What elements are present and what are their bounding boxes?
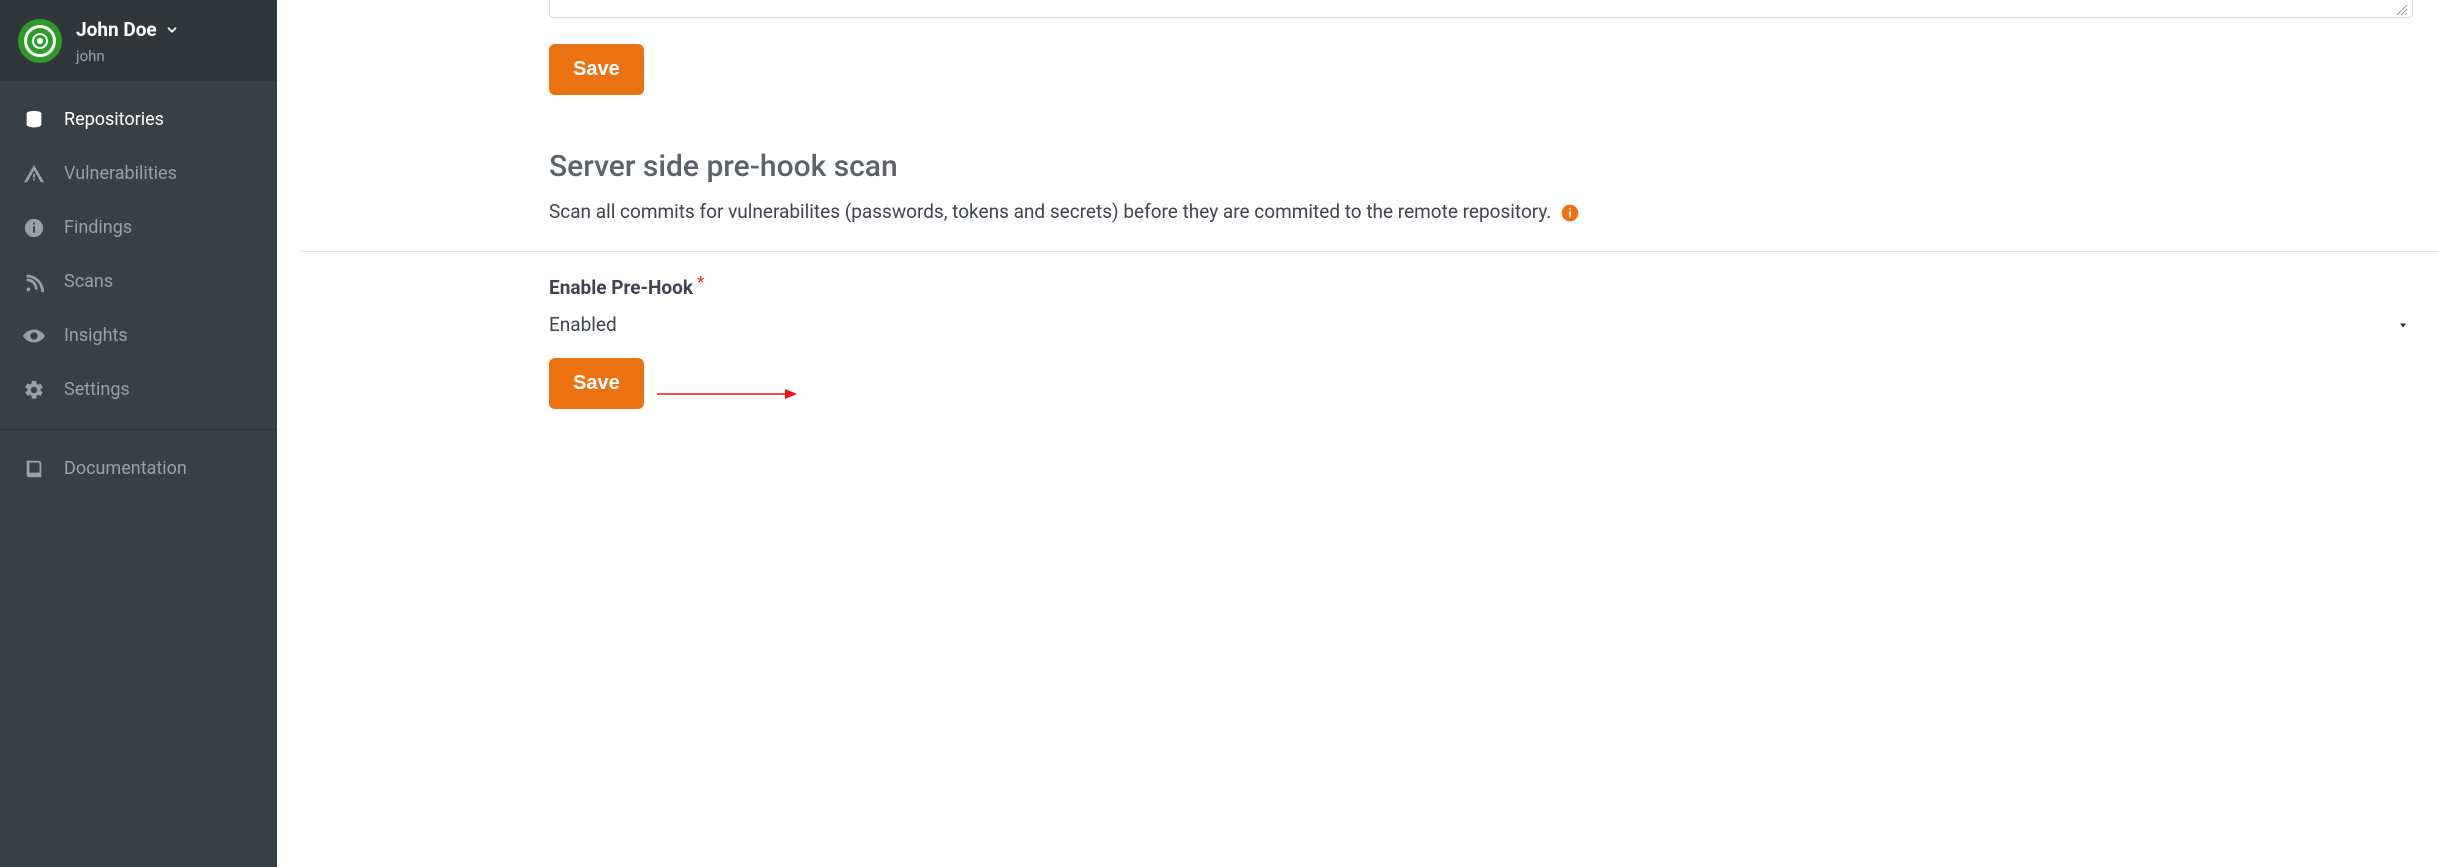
required-marker: * <box>697 272 704 291</box>
database-icon <box>22 109 46 131</box>
sidebar-item-vulnerabilities[interactable]: Vulnerabilities <box>0 147 277 201</box>
caret-down-icon <box>2397 313 2409 336</box>
gear-icon <box>22 379 46 401</box>
textarea-previous[interactable] <box>549 0 2413 18</box>
sidebar-item-label: Vulnerabilities <box>64 163 177 184</box>
section-description-prehook: Scan all commits for vulnerabilites (pas… <box>549 198 2413 227</box>
field-enable-prehook: Enable Pre-Hook * Enabled Save <box>549 276 2413 409</box>
resize-grip-icon[interactable] <box>2394 1 2408 15</box>
sidebar-item-label: Findings <box>64 217 132 238</box>
sidebar-item-label: Repositories <box>64 109 164 130</box>
info-icon <box>22 217 46 239</box>
save-button-top[interactable]: Save <box>549 44 644 95</box>
content-column: Save Server side pre-hook scan Scan all … <box>549 0 2413 409</box>
sidebar-item-repositories[interactable]: Repositories <box>0 93 277 147</box>
sidebar-nav: Repositories Vulnerabilities Findings Sc… <box>0 81 277 496</box>
sidebar: John Doe john Repositories Vulnerabiliti… <box>0 0 277 867</box>
section-heading-prehook: Server side pre-hook scan <box>549 149 2413 184</box>
username-text: john <box>76 47 179 65</box>
description-text: Scan all commits for vulnerabilites (pas… <box>549 200 1551 223</box>
main-content: Save Server side pre-hook scan Scan all … <box>277 0 2437 867</box>
sidebar-item-settings[interactable]: Settings <box>0 363 277 417</box>
divider <box>301 251 2437 252</box>
info-circle-icon[interactable] <box>1560 203 1580 223</box>
display-name-text: John Doe <box>76 19 157 42</box>
avatar <box>18 19 62 63</box>
sidebar-item-scans[interactable]: Scans <box>0 255 277 309</box>
user-menu[interactable]: John Doe john <box>0 0 277 81</box>
field-label-enable-prehook: Enable Pre-Hook * <box>549 276 704 299</box>
user-names: John Doe john <box>76 18 179 65</box>
sidebar-item-documentation[interactable]: Documentation <box>0 442 277 496</box>
sidebar-item-label: Settings <box>64 379 130 400</box>
rss-icon <box>22 271 46 293</box>
save-button-prehook[interactable]: Save <box>549 358 644 409</box>
eye-icon <box>22 325 46 347</box>
enable-prehook-select[interactable]: Enabled <box>549 313 2413 336</box>
sidebar-item-label: Scans <box>64 271 113 292</box>
sidebar-item-insights[interactable]: Insights <box>0 309 277 363</box>
annotation-arrow <box>657 384 797 404</box>
user-display-name: John Doe <box>76 18 179 43</box>
sidebar-item-findings[interactable]: Findings <box>0 201 277 255</box>
warning-icon <box>22 163 46 185</box>
sidebar-item-label: Documentation <box>64 458 187 479</box>
field-label-text: Enable Pre-Hook <box>549 276 693 299</box>
select-value: Enabled <box>549 313 617 336</box>
divider <box>0 429 277 430</box>
sidebar-item-label: Insights <box>64 325 128 346</box>
chevron-down-icon <box>165 20 179 43</box>
book-icon <box>22 458 46 480</box>
